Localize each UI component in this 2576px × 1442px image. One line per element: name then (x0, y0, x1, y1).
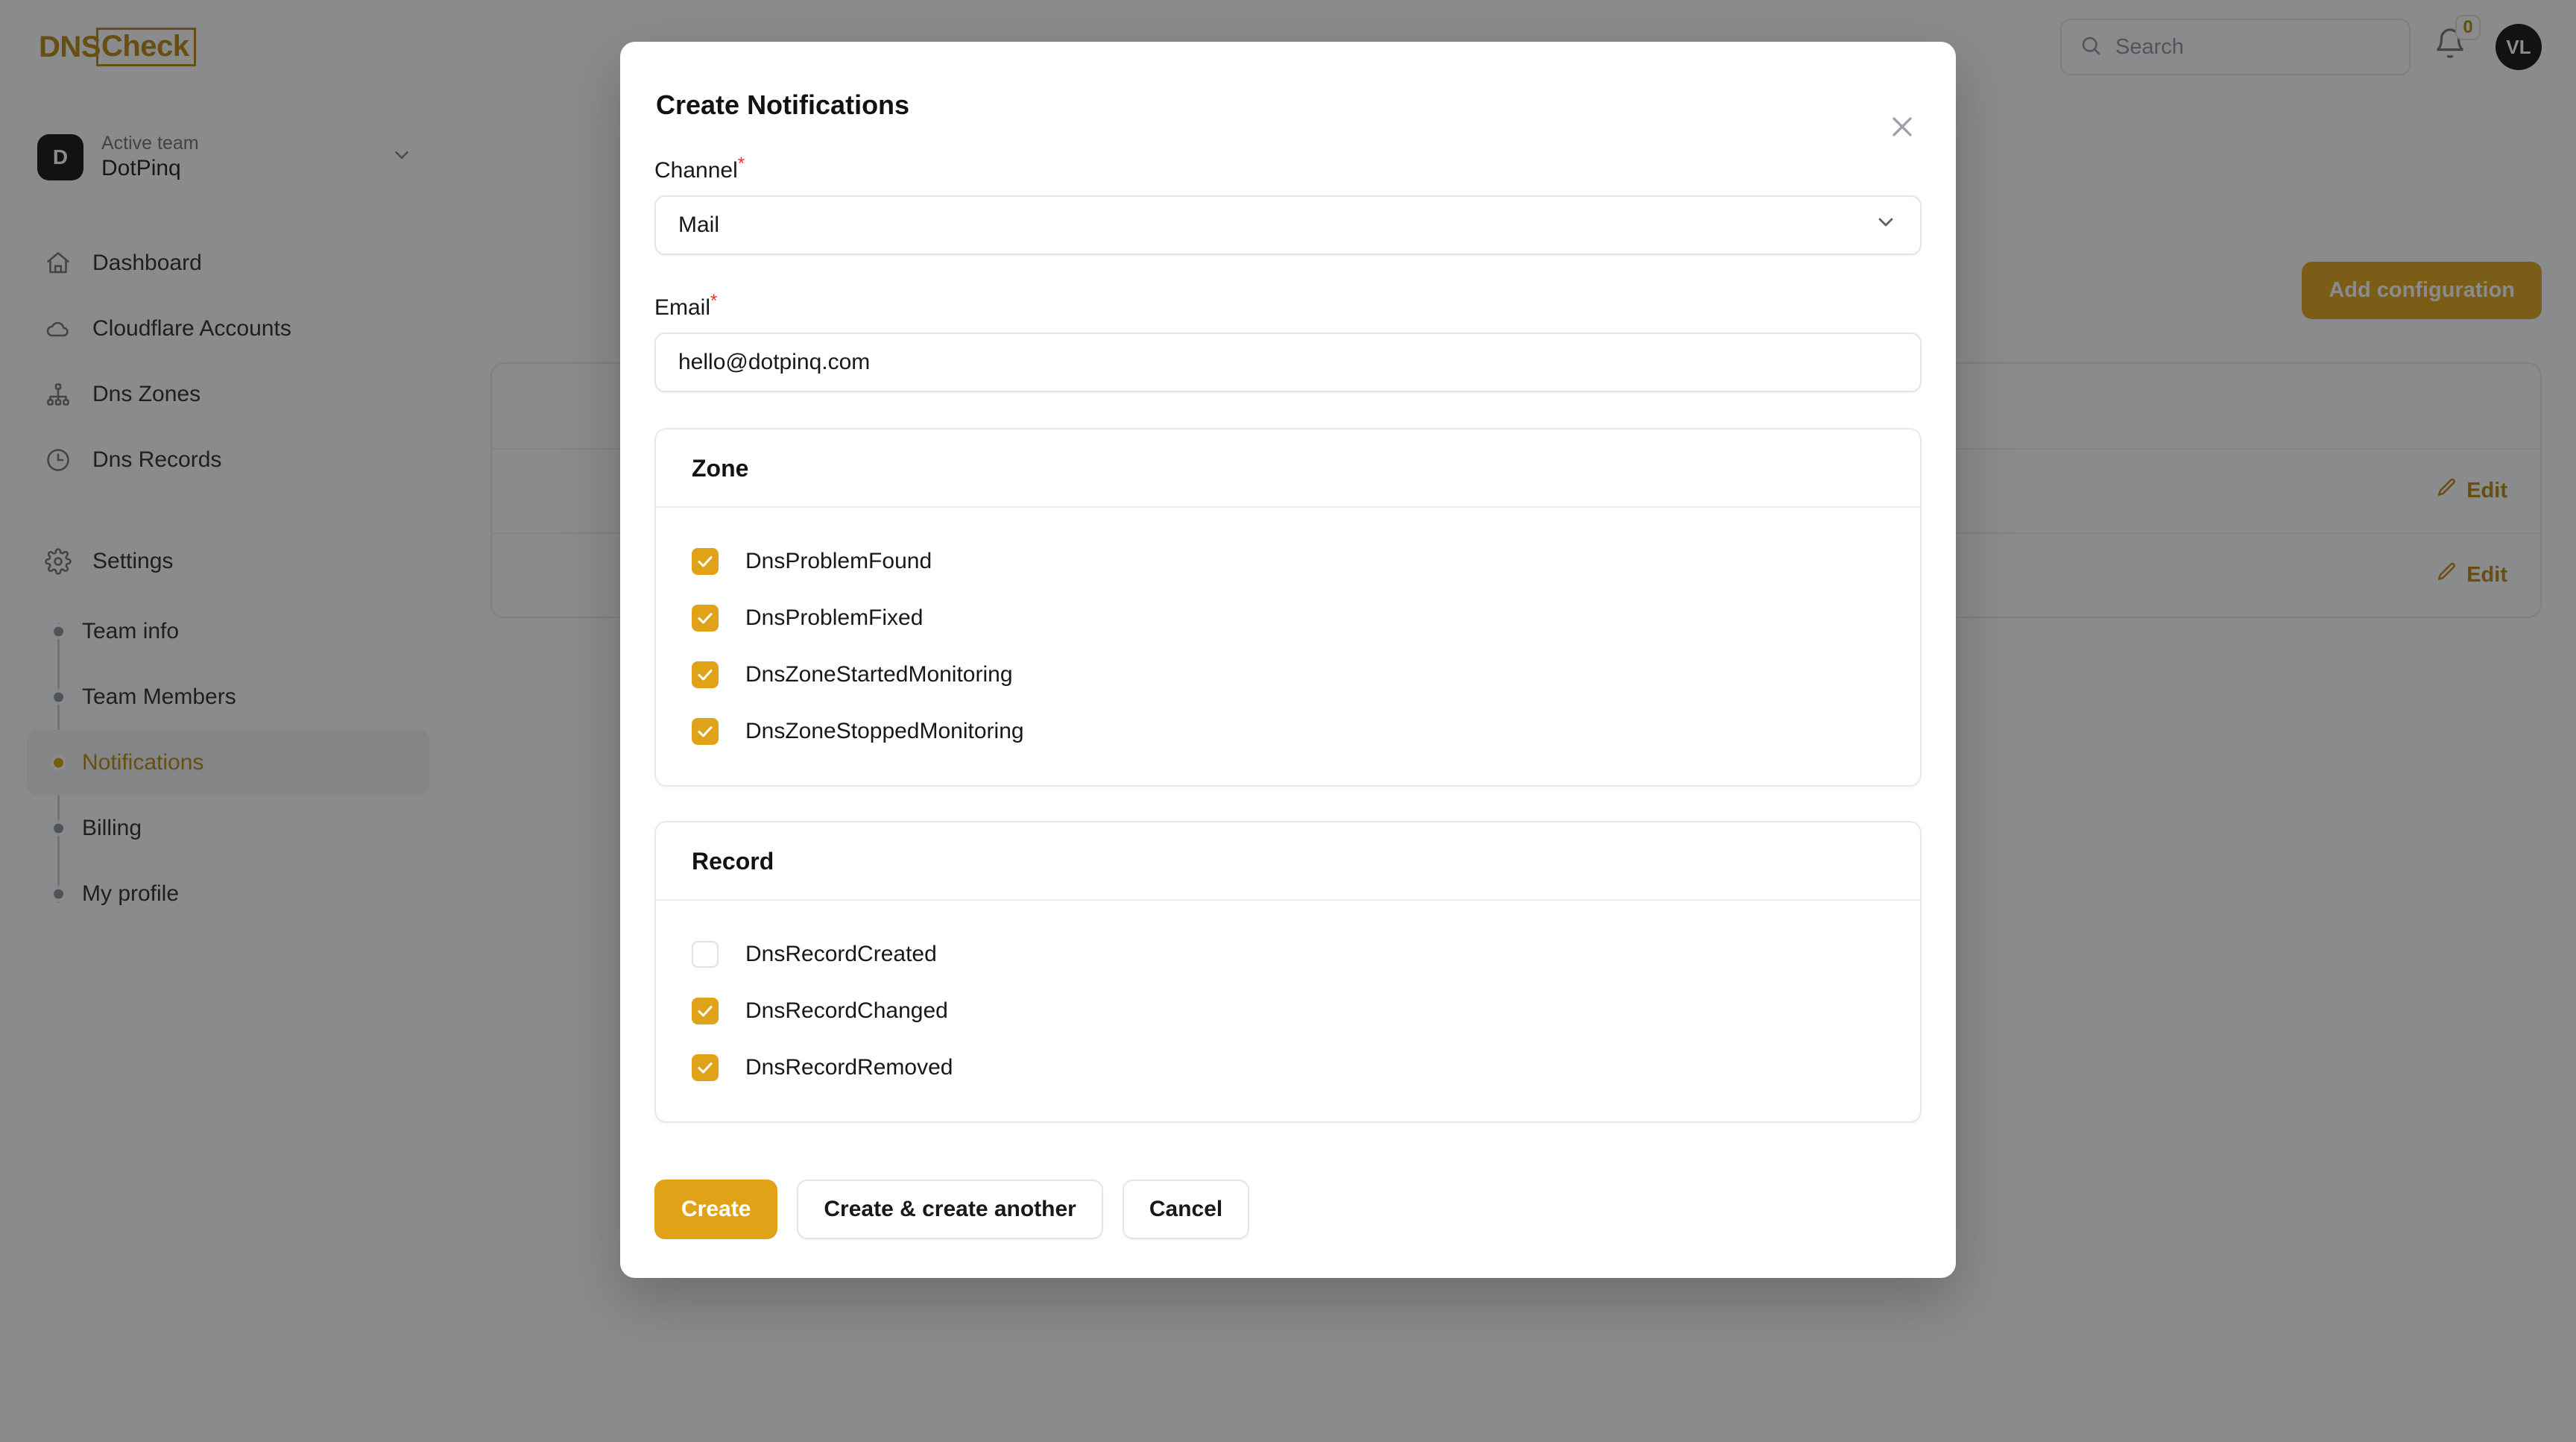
checkbox-label: DnsProblemFixed (745, 605, 923, 631)
checkbox-label: DnsZoneStartedMonitoring (745, 662, 1013, 687)
cancel-button[interactable]: Cancel (1123, 1180, 1249, 1239)
channel-select-value: Mail (678, 212, 719, 238)
checkbox-icon[interactable] (692, 718, 719, 745)
channel-label: Channel* (654, 154, 745, 183)
checkbox-label: DnsProblemFound (745, 549, 932, 574)
checkbox-label: DnsRecordCreated (745, 942, 937, 967)
close-icon[interactable] (1886, 110, 1919, 143)
checkbox-icon[interactable] (692, 605, 719, 632)
checkbox-label: DnsRecordRemoved (745, 1055, 953, 1080)
zone-panel-title: Zone (656, 429, 1920, 508)
checkbox-row-dnszonestoppedmonitoring[interactable]: DnsZoneStoppedMonitoring (656, 703, 1920, 760)
required-marker: * (738, 154, 745, 174)
checkbox-row-dnsrecordcreated[interactable]: DnsRecordCreated (656, 926, 1920, 983)
create-and-create-another-button[interactable]: Create & create another (797, 1180, 1102, 1239)
record-panel-title: Record (656, 822, 1920, 901)
checkbox-row-dnszonestartedmonitoring[interactable]: DnsZoneStartedMonitoring (656, 646, 1920, 703)
required-marker: * (710, 291, 717, 311)
create-notifications-modal: Create Notifications Channel* Mail Email… (620, 42, 1956, 1278)
checkbox-label: DnsRecordChanged (745, 998, 948, 1024)
record-panel-body: DnsRecordCreated DnsRecordChanged DnsRec… (656, 901, 1920, 1121)
modal-title: Create Notifications (656, 89, 1904, 121)
checkbox-row-dnsproblemfound[interactable]: DnsProblemFound (656, 533, 1920, 590)
checkbox-icon[interactable] (692, 1054, 719, 1081)
checkbox-row-dnsrecordremoved[interactable]: DnsRecordRemoved (656, 1039, 1920, 1096)
channel-field-group: Channel* Mail (654, 154, 1922, 255)
checkbox-icon[interactable] (692, 998, 719, 1024)
checkbox-label: DnsZoneStoppedMonitoring (745, 719, 1024, 744)
email-field[interactable]: hello@dotpinq.com (654, 333, 1922, 392)
chevron-down-icon (1874, 210, 1898, 240)
modal-header: Create Notifications (620, 42, 1956, 121)
email-field-group: Email* hello@dotpinq.com (654, 291, 1922, 392)
checkbox-icon[interactable] (692, 548, 719, 575)
checkbox-row-dnsrecordchanged[interactable]: DnsRecordChanged (656, 983, 1920, 1039)
checkbox-row-dnsproblemfixed[interactable]: DnsProblemFixed (656, 590, 1920, 646)
email-label: Email* (654, 291, 717, 321)
zone-panel: Zone DnsProblemFound DnsProblemFixed (654, 428, 1922, 787)
modal-footer: Create Create & create another Cancel (620, 1157, 1956, 1278)
record-panel: Record DnsRecordCreated DnsRecordChanged (654, 821, 1922, 1123)
checkbox-icon[interactable] (692, 661, 719, 688)
channel-select[interactable]: Mail (654, 195, 1922, 255)
email-field-value: hello@dotpinq.com (678, 350, 870, 375)
modal-body: Channel* Mail Email* hello@dotpinq.com Z… (620, 121, 1956, 1123)
checkbox-icon[interactable] (692, 941, 719, 968)
zone-panel-body: DnsProblemFound DnsProblemFixed DnsZoneS… (656, 508, 1920, 785)
create-button[interactable]: Create (654, 1180, 777, 1239)
